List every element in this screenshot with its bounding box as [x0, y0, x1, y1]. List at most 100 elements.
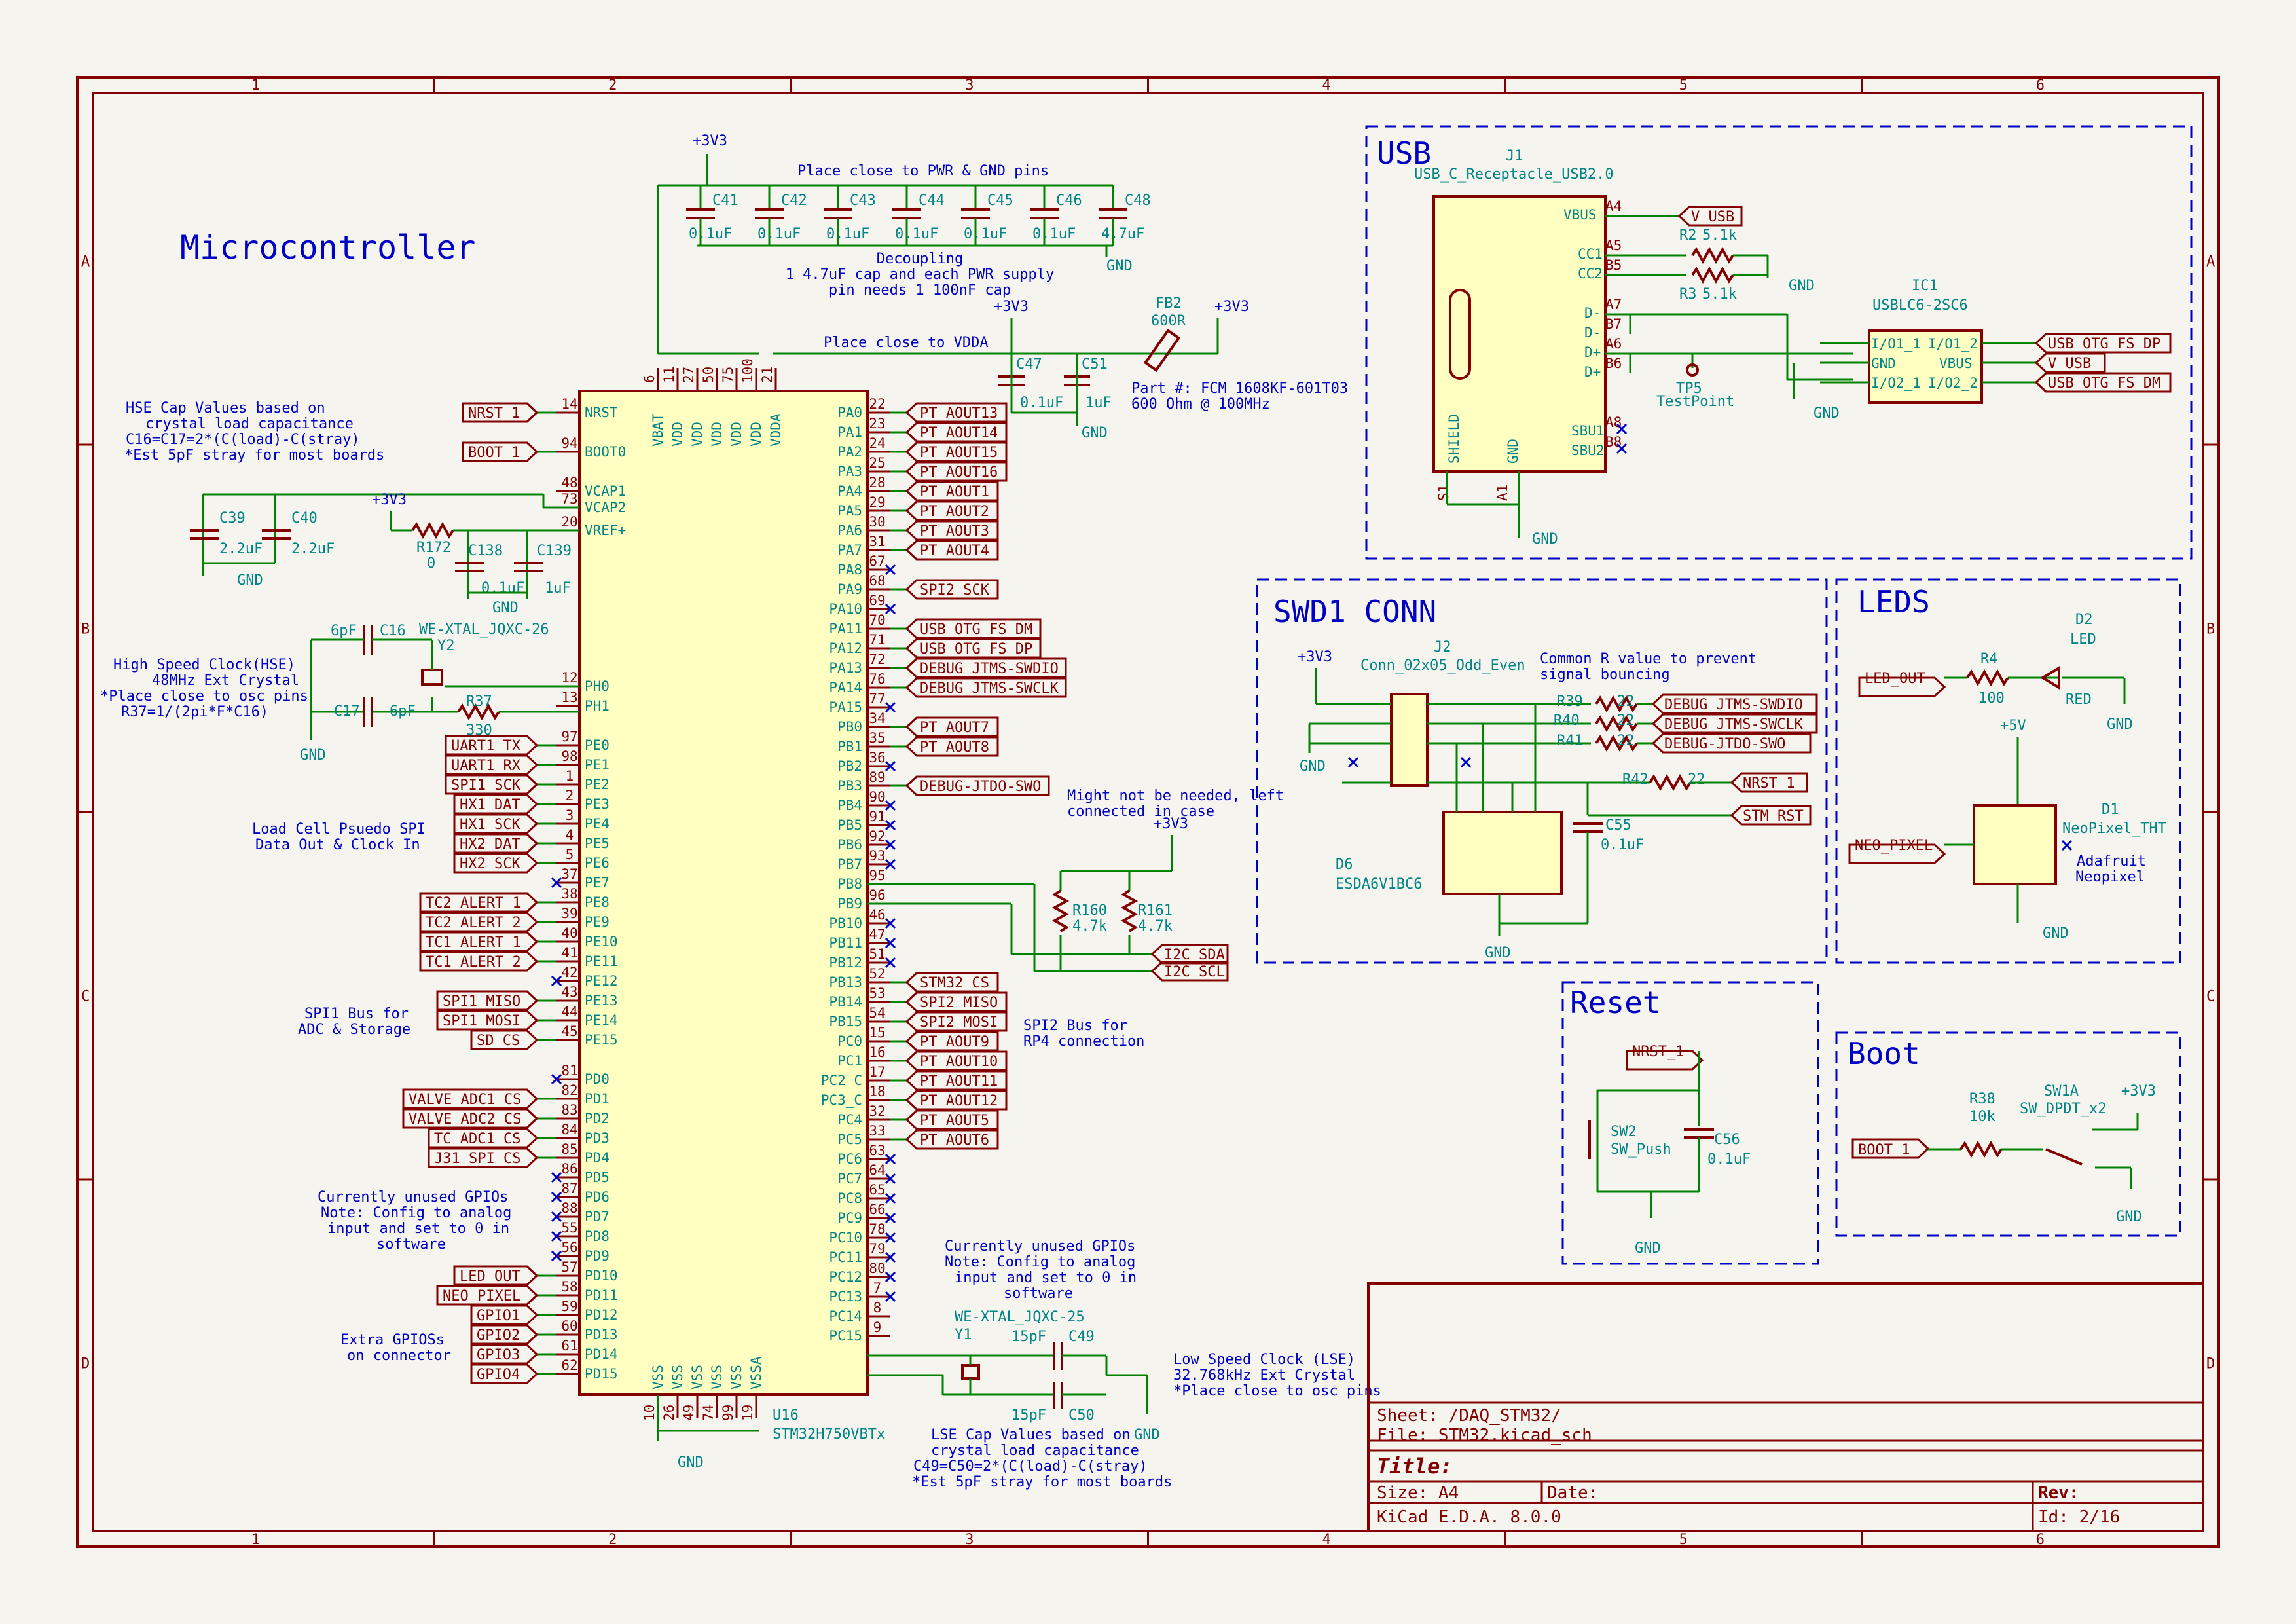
mcu-pin-number: 65 [869, 1182, 885, 1198]
net-label: HX2_SCK [460, 856, 520, 872]
lse-block: WE-XTAL_JQXC-25 Y1 15pF C49 15pF C50 GND… [867, 1309, 1381, 1490]
mcu-pin-number: 46 [869, 907, 885, 923]
mcu-pin-name: PD0 [585, 1071, 610, 1087]
r37-ref: R37 [466, 693, 492, 710]
border-row-label: D [2206, 1356, 2215, 1373]
note-place-pwr: Place close to PWR & GND pins [797, 163, 1049, 179]
r38-symbol [1959, 1140, 2003, 1158]
note-loadcell-1: Load Cell Psuedo SPI [252, 821, 426, 838]
c51-ref: C51 [1082, 356, 1108, 373]
mcu-pin-number: 77 [869, 691, 885, 707]
border-col-label: 4 [1322, 77, 1330, 94]
r172-ref: R172 [416, 540, 451, 556]
r4-ref: R4 [1980, 651, 1998, 667]
gnd-hse: GND [300, 747, 326, 764]
border-col-label: 5 [1679, 77, 1688, 94]
mcu-pin-name: PD8 [585, 1228, 610, 1244]
ic1-pin-io22: I/O2_2 [1928, 375, 1978, 391]
mcu-pin-name: VREF+ [585, 523, 626, 538]
mcu-pin-number: 83 [561, 1102, 577, 1118]
swd-swdio-label: DEBUG_JTMS-SWDIO [1664, 697, 1803, 713]
boot-label: BOOT_1 [1858, 1142, 1910, 1158]
top-cap-value: 0.1uF [689, 226, 732, 242]
power-3v3-vref: +3V3 [372, 492, 407, 508]
mcu-pin-number: 7 [873, 1280, 882, 1296]
power-3v3-boot: +3V3 [2121, 1083, 2156, 1099]
mcu-pin-number: 76 [869, 671, 885, 687]
mcu-pin-name: PE14 [585, 1012, 618, 1028]
mcu-pin-name: PD11 [585, 1287, 618, 1303]
mcu-pin-name: PE1 [585, 757, 610, 773]
note-hse-2: crystal load capacitance [145, 416, 354, 432]
net-label: DEBUG-JTDO-SWO [920, 779, 1041, 795]
usblc6-ic1: IC1 USBLC6-2SC6 I/O1_1 GND I/O2_1 I/O1_2… [1786, 278, 2172, 422]
tb-rev: Rev: [2038, 1483, 2079, 1503]
mcu-pin-name: PD3 [585, 1130, 610, 1146]
c139-value: 1uF [545, 580, 571, 597]
j2-ref: J2 [1434, 639, 1451, 655]
mcu-pin-number: 93 [869, 848, 885, 864]
net-label: PT_AOUT6 [920, 1132, 989, 1149]
net-label: DEBUG_JTMS-SWDIO [920, 661, 1059, 677]
i2c-scl-label: I2C_SCL [1164, 964, 1225, 980]
swd-swo-label: DEBUG-JTDO-SWO [1664, 736, 1785, 752]
r160-value: 4.7k [1072, 918, 1107, 934]
border-row-label: C [2206, 989, 2215, 1005]
j1-value: USB_C_Receptacle_USB2.0 [1414, 166, 1614, 183]
y1-symbol [961, 1364, 980, 1380]
mcu-pin-number: 42 [561, 965, 577, 980]
j1-dp2: D+ [1584, 364, 1601, 380]
border-col-label: 1 [251, 1532, 260, 1548]
mcu-pin-name: BOOT0 [585, 444, 626, 460]
r3-ref: R3 [1679, 286, 1697, 303]
swd-swclk-label: DEBUG_JTMS-SWCLK [1664, 716, 1804, 733]
note-fb-part-2: 600 Ohm @ 100MHz [1131, 396, 1270, 413]
d1-ref: D1 [2102, 802, 2119, 818]
note-fb-part-1: Part #: FCM 1608KF-601T03 [1131, 380, 1348, 397]
mcu-pin-name: VBAT [650, 413, 666, 447]
ic1-pin-io21: I/O2_1 [1871, 375, 1921, 391]
border-col-label: 1 [251, 77, 260, 94]
mcu-pin-name: PB8 [837, 876, 862, 892]
r2-ref: R2 [1679, 227, 1697, 244]
gnd-usb: GND [1532, 531, 1558, 547]
swd-stmrst-label: STM_RST [1743, 808, 1804, 824]
border-row-label: B [81, 621, 90, 638]
mcu-pin-name: PC12 [829, 1269, 862, 1285]
mcu-pin-name: PE15 [585, 1032, 618, 1048]
mcu-ref: U16 [773, 1407, 799, 1424]
note-lse-caps-1: LSE Cap Values based on [931, 1427, 1131, 1443]
c55-ref: C55 [1605, 817, 1631, 834]
j1-cc1: CC1 [1578, 246, 1603, 262]
mcu-pin-name: PH0 [585, 678, 610, 694]
mcu-pin-name: VSS [670, 1365, 685, 1390]
j1-pin-s1: S1 [1436, 485, 1451, 501]
net-label: GPIO3 [477, 1347, 520, 1363]
note-place-vdda: Place close to VDDA [824, 335, 989, 351]
j1-shield: SHIELD [1446, 414, 1462, 464]
mcu-pin-name: PC9 [837, 1210, 862, 1226]
mcu-value: STM32H750VBTx [773, 1426, 885, 1443]
mcu-pin-number: 22 [869, 396, 885, 412]
c139-ref: C139 [537, 543, 572, 559]
mcu-pin-name: PE4 [585, 816, 610, 832]
top-cap-ref: C41 [712, 193, 738, 209]
note-spi2-2: RP4 connection [1023, 1033, 1144, 1050]
net-label: PT_AOUT2 [920, 504, 989, 520]
mcu-pin-number: 17 [869, 1064, 885, 1080]
mcu-pin-number: 38 [561, 886, 577, 902]
net-label: PT_AOUT11 [920, 1073, 998, 1090]
mcu-pin-number: 49 [681, 1405, 697, 1421]
net-label: VALVE_ADC1_CS [409, 1092, 521, 1108]
c17-value: 6pF [390, 703, 416, 720]
mcu-pin-name: PA12 [829, 640, 862, 656]
mcu-pin-name: PB0 [837, 719, 862, 735]
mcu-pin-name: VDD [748, 422, 764, 447]
note-unused-left-3: input and set to 0 in [327, 1221, 509, 1237]
r161-value: 4.7k [1138, 918, 1173, 934]
border-row-label: A [81, 254, 90, 270]
mcu-pin-name: PD7 [585, 1209, 610, 1225]
r161-ref: R161 [1138, 902, 1173, 919]
mcu-pin-number: 67 [869, 553, 885, 569]
net-label: TC_ADC1_CS [434, 1131, 520, 1147]
